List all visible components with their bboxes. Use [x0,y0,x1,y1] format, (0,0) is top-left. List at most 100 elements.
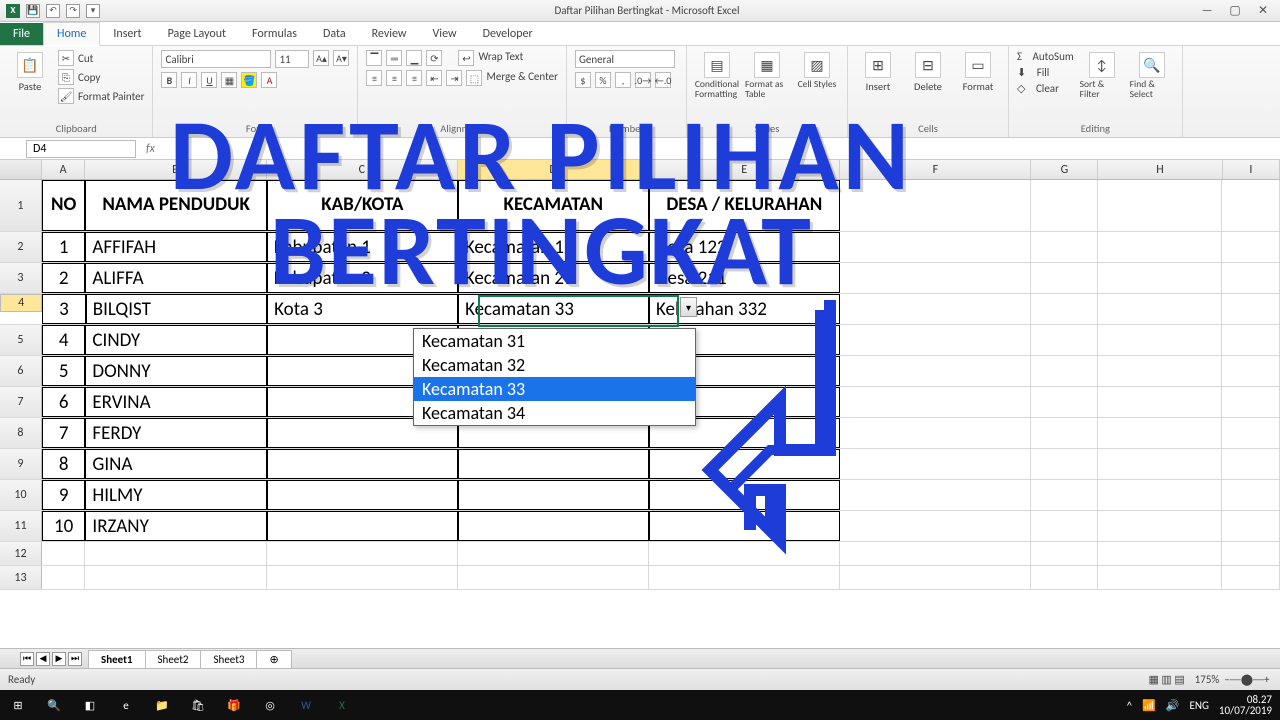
col-header[interactable]: B [85,160,267,179]
align-center-button[interactable]: ≡ [386,70,402,86]
delete-cells-button[interactable]: ⊟Delete [906,50,950,93]
row-header[interactable]: 2 [0,232,42,262]
currency-button[interactable]: $ [575,72,591,88]
dropdown-option[interactable]: Kecamatan 33 [414,377,695,401]
cell[interactable]: NO [42,180,86,231]
cell[interactable]: Desa 211 [649,263,840,293]
comma-button[interactable]: , [615,72,631,88]
view-pagelayout-button[interactable]: ▥ [1161,673,1171,686]
cell[interactable] [840,232,1031,262]
row-header[interactable]: 1 [0,180,42,231]
font-color-button[interactable]: A [261,72,277,88]
window-close-button[interactable]: ✕ [1250,2,1276,20]
cell[interactable]: Kabupaten 1 [267,232,458,262]
cell[interactable] [1031,480,1098,510]
cell[interactable] [267,542,458,565]
cell[interactable] [1098,263,1222,293]
cell[interactable]: 5 [42,356,86,386]
tab-insert[interactable]: Insert [100,23,154,45]
cell[interactable] [840,180,1031,231]
col-header[interactable]: H [1098,160,1222,179]
align-left-button[interactable]: ≡ [366,70,382,86]
align-right-button[interactable]: ≡ [406,70,422,86]
sheet-tab[interactable]: Sheet2 [145,650,202,668]
cell[interactable] [649,566,840,589]
select-all-corner[interactable] [0,160,42,179]
sheet-nav-last[interactable]: ⏭ [68,652,82,666]
insert-cells-button[interactable]: ⊞Insert [856,50,900,93]
row-header[interactable]: 13 [0,566,42,589]
cell[interactable]: AFFIFAH [85,232,266,262]
cell[interactable]: 4 [42,325,86,355]
copy-button[interactable]: Copy [78,71,100,84]
cell[interactable] [649,480,840,510]
tray-volume-icon[interactable]: 🔊 [1166,699,1180,712]
cell[interactable] [840,480,1031,510]
cell[interactable] [1222,263,1280,293]
tab-file[interactable]: File [0,23,43,45]
cell[interactable] [1031,449,1098,479]
cell[interactable] [1098,480,1222,510]
cell[interactable] [1098,449,1222,479]
font-name-select[interactable]: Calibri [161,50,271,68]
taskbar-explorer-icon[interactable]: 📁 [144,690,180,720]
cell[interactable] [840,542,1031,565]
cell[interactable]: ERVINA [85,387,266,417]
cell[interactable] [649,511,840,541]
cell[interactable] [649,449,840,479]
tab-data[interactable]: Data [310,23,359,45]
cell[interactable] [1222,387,1280,417]
tab-developer[interactable]: Developer [470,23,546,45]
tray-language[interactable]: ENG [1189,699,1208,712]
cell[interactable]: DONNY [85,356,266,386]
cell-styles-button[interactable]: ▨Cell Styles [795,50,839,90]
cut-button[interactable]: Cut [78,52,93,65]
cell[interactable] [840,511,1031,541]
taskbar-app-icon[interactable]: 🎁 [216,690,252,720]
percent-button[interactable]: % [595,72,611,88]
tab-review[interactable]: Review [359,23,420,45]
col-header[interactable]: G [1031,160,1098,179]
cell[interactable] [1031,566,1098,589]
cell[interactable] [1031,542,1098,565]
align-bottom-button[interactable]: ▁ [406,50,422,66]
cell[interactable] [267,511,458,541]
sheet-nav-first[interactable]: ⏮ [20,652,34,666]
qat-customize-button[interactable]: ▾ [86,4,100,18]
cell[interactable]: 7 [42,418,86,448]
view-pagebreak-button[interactable]: ▤ [1174,673,1184,686]
cell[interactable] [1098,356,1222,386]
cell[interactable]: Kelurahan 332 [649,294,840,324]
name-box[interactable]: D4 [26,140,136,158]
cell[interactable]: Kecamatan 21 [458,263,649,293]
cell[interactable]: KECAMATAN [458,180,649,231]
cell[interactable] [649,542,840,565]
format-painter-button[interactable]: Format Painter [78,90,144,103]
cell[interactable] [1222,232,1280,262]
cell[interactable]: NAMA PENDUDUK [85,180,266,231]
col-header[interactable]: C [267,160,458,179]
cell[interactable] [1222,294,1280,324]
format-as-table-button[interactable]: ▦Format as Table [745,50,789,99]
cell[interactable] [1222,449,1280,479]
cell[interactable] [1031,511,1098,541]
font-size-select[interactable]: 11 [275,50,309,68]
cell[interactable] [458,449,649,479]
cell[interactable] [840,356,1031,386]
cell[interactable] [1098,325,1222,355]
cell[interactable] [42,542,85,565]
cell[interactable] [1031,180,1098,231]
cell[interactable]: Kota 3 [267,294,458,324]
taskbar-store-icon[interactable]: 🛍 [180,690,216,720]
cell[interactable] [1098,232,1222,262]
cell[interactable] [1222,180,1280,231]
cell[interactable]: 2 [42,263,86,293]
cell[interactable] [840,566,1031,589]
cell[interactable] [458,542,649,565]
new-sheet-button[interactable]: ⊕ [256,650,291,668]
cell[interactable] [1098,542,1222,565]
task-view-button[interactable]: ◧ [72,690,108,720]
taskbar-excel-icon[interactable]: X [324,690,360,720]
fill-color-button[interactable]: 🪣 [241,72,257,88]
tab-view[interactable]: View [420,23,470,45]
